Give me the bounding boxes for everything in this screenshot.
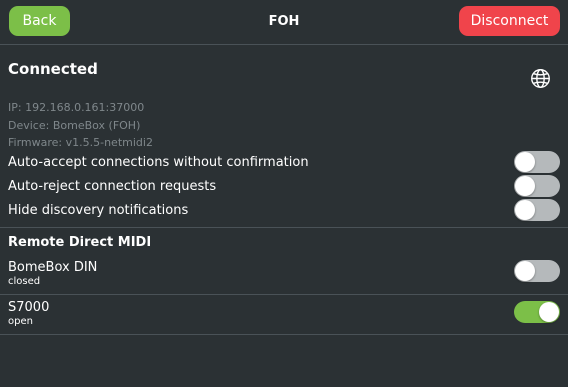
hide-discovery-toggle[interactable] bbox=[514, 199, 560, 221]
auto-reject-toggle[interactable] bbox=[514, 175, 560, 197]
connection-status-title: Connected bbox=[8, 60, 98, 78]
device-bomebox-din-name: BomeBox DIN bbox=[8, 260, 98, 275]
remote-midi-title: Remote Direct MIDI bbox=[8, 235, 152, 250]
s7000-toggle[interactable] bbox=[514, 301, 560, 323]
top-bar: Back FOH Disconnect bbox=[0, 0, 568, 44]
disconnect-button[interactable]: Disconnect bbox=[459, 6, 560, 36]
toggle-knob bbox=[539, 302, 559, 322]
auto-accept-toggle[interactable] bbox=[514, 151, 560, 173]
device-s7000-status: open bbox=[8, 316, 33, 327]
toggle-knob bbox=[515, 200, 535, 220]
device-bomebox-din-status: closed bbox=[8, 276, 41, 287]
toggle-knob bbox=[515, 261, 535, 281]
globe-icon[interactable] bbox=[530, 68, 551, 89]
device-divider bbox=[0, 334, 568, 335]
toggle-knob bbox=[515, 176, 535, 196]
section-divider bbox=[0, 227, 568, 228]
device-s7000-name: S7000 bbox=[8, 300, 50, 315]
device-divider bbox=[0, 294, 568, 295]
firmware-version: Firmware: v1.5.5-netmidi2 bbox=[8, 136, 153, 149]
device-name: Device: BomeBox (FOH) bbox=[8, 119, 141, 132]
toggle-knob bbox=[515, 152, 535, 172]
auto-reject-label: Auto-reject connection requests bbox=[8, 179, 217, 194]
hide-discovery-label: Hide discovery notifications bbox=[8, 203, 189, 218]
ip-address: IP: 192.168.0.161:37000 bbox=[8, 101, 145, 114]
bomebox-din-toggle[interactable] bbox=[514, 260, 560, 282]
header-divider bbox=[0, 44, 568, 45]
auto-accept-label: Auto-accept connections without confirma… bbox=[8, 155, 309, 170]
